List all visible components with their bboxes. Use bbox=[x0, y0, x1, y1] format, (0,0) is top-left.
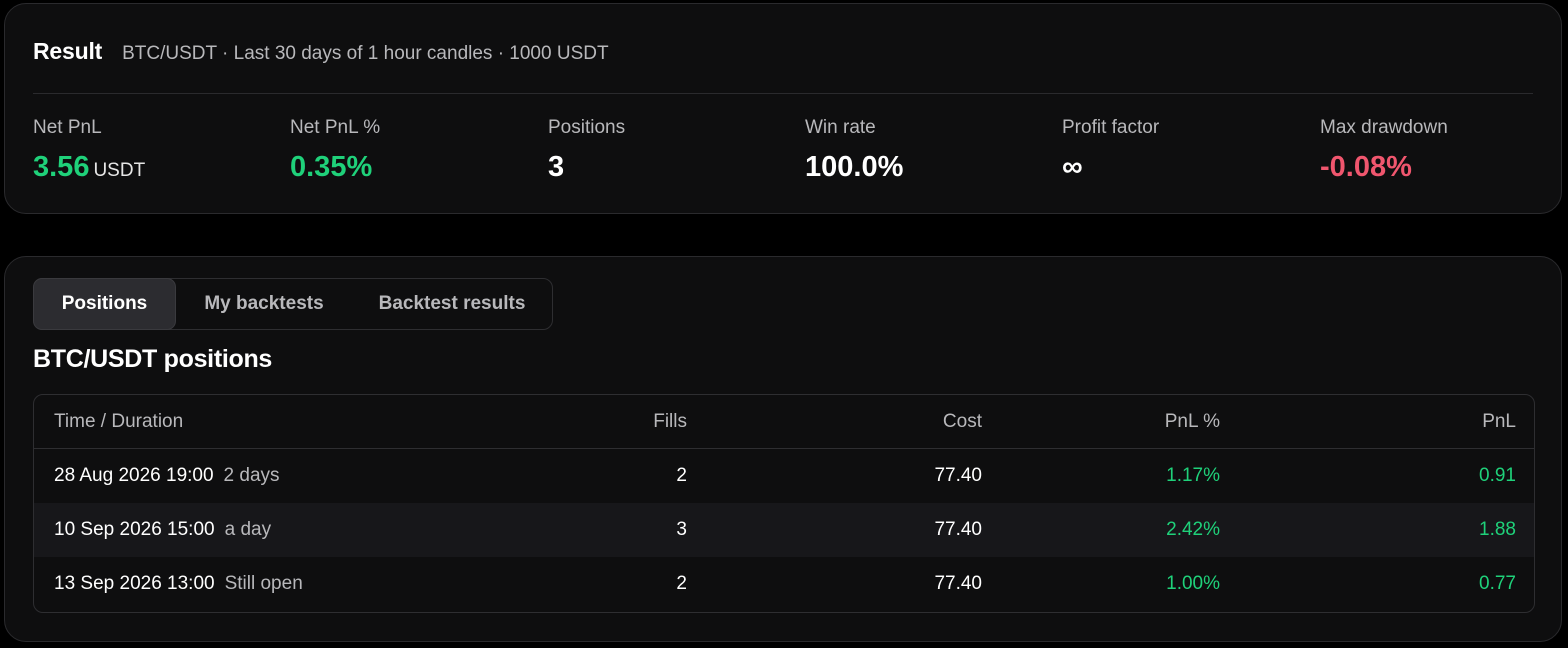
positions-card: Positions My backtests Backtest results … bbox=[4, 256, 1562, 642]
net-pnl-amount: 3.56 bbox=[33, 151, 90, 183]
positions-title: BTC/USDT positions bbox=[33, 345, 273, 373]
result-header: Result BTC/USDT · Last 30 days of 1 hour… bbox=[33, 38, 609, 65]
cell-fills: 2 bbox=[676, 465, 687, 486]
stat-label-positions: Positions bbox=[548, 117, 626, 138]
tab-my-backtests[interactable]: My backtests bbox=[176, 279, 352, 329]
result-title: Result bbox=[33, 38, 103, 64]
column-header-pnl-pct[interactable]: PnL % bbox=[1002, 395, 1240, 449]
tab-positions[interactable]: Positions bbox=[33, 278, 176, 330]
cell-cost: 77.40 bbox=[707, 503, 1002, 557]
table-row[interactable]: 13 Sep 2026 13:00 Still open 2 77.40 1.00… bbox=[34, 557, 1534, 611]
table-row[interactable]: 10 Sep 2026 15:00 a day 3 77.40 2.42% 1.8… bbox=[34, 503, 1534, 557]
position-duration: a day bbox=[224, 519, 272, 540]
position-duration: 2 days bbox=[223, 465, 280, 486]
stat-value-profit-factor: ∞ bbox=[1062, 151, 1083, 183]
cell-pnl-pct: 1.00% bbox=[1166, 573, 1220, 594]
tab-backtest-results[interactable]: Backtest results bbox=[352, 279, 552, 329]
column-header-time[interactable]: Time / Duration bbox=[34, 395, 454, 449]
table-row[interactable]: 28 Aug 2026 19:00 2 days 2 77.40 1.17% 0.… bbox=[34, 449, 1534, 504]
stat-max-drawdown: Max drawdown -0.08% bbox=[1320, 116, 1448, 184]
position-duration: Still open bbox=[224, 573, 303, 594]
stat-label-profit-factor: Profit factor bbox=[1062, 117, 1160, 138]
table-header-row: Time / Duration Fills Cost PnL % PnL bbox=[34, 395, 1534, 449]
position-time: 28 Aug 2026 19:00 bbox=[54, 465, 214, 486]
stat-value-net-pnl-pct: 0.35% bbox=[290, 151, 373, 183]
cell-cost: 77.40 bbox=[934, 465, 982, 486]
cell-pnl-pct: 1.17% bbox=[1166, 465, 1220, 486]
stat-win-rate: Win rate 100.0% bbox=[805, 116, 903, 184]
result-card: Result BTC/USDT · Last 30 days of 1 hour… bbox=[4, 3, 1562, 214]
stat-value-net-pnl: 3.56 USDT bbox=[33, 150, 145, 188]
stat-label-max-drawdown: Max drawdown bbox=[1320, 117, 1448, 138]
stat-label-win-rate: Win rate bbox=[805, 117, 876, 138]
stat-net-pnl: Net PnL 3.56 USDT bbox=[33, 116, 145, 188]
stat-label-net-pnl-pct: Net PnL % bbox=[290, 117, 381, 138]
cell-pnl: 1.88 bbox=[1240, 503, 1534, 557]
cell-pnl: 0.91 bbox=[1479, 465, 1516, 486]
column-header-cost[interactable]: Cost bbox=[707, 395, 1002, 449]
cell-cost: 77.40 bbox=[934, 573, 982, 594]
result-divider bbox=[33, 93, 1533, 94]
stat-value-positions: 3 bbox=[548, 151, 565, 183]
column-header-fills[interactable]: Fills bbox=[454, 395, 707, 449]
stat-net-pnl-pct: Net PnL % 0.35% bbox=[290, 116, 380, 184]
cell-time: 10 Sep 2026 15:00 a day bbox=[34, 503, 454, 557]
cell-fills: 3 bbox=[454, 503, 707, 557]
stat-label-net-pnl: Net PnL bbox=[33, 117, 102, 138]
position-time: 13 Sep 2026 13:00 bbox=[54, 573, 215, 594]
stat-value-win-rate: 100.0% bbox=[805, 151, 904, 183]
cell-pnl: 0.77 bbox=[1479, 573, 1516, 594]
cell-time: 28 Aug 2026 19:00 2 days bbox=[34, 449, 454, 504]
tab-bar: Positions My backtests Backtest results bbox=[33, 278, 553, 330]
stat-profit-factor: Profit factor ∞ bbox=[1062, 116, 1159, 184]
stats-row: Net PnL 3.56 USDT Net PnL % 0.35% Positio… bbox=[33, 116, 1533, 196]
stat-positions: Positions 3 bbox=[548, 116, 625, 184]
cell-fills: 2 bbox=[676, 573, 687, 594]
result-subtitle: BTC/USDT · Last 30 days of 1 hour candle… bbox=[122, 43, 609, 64]
net-pnl-unit: USDT bbox=[93, 160, 146, 181]
positions-table: Time / Duration Fills Cost PnL % PnL 28 … bbox=[33, 394, 1535, 613]
stat-value-max-drawdown: -0.08% bbox=[1320, 151, 1412, 183]
position-time: 10 Sep 2026 15:00 bbox=[54, 519, 215, 540]
cell-time: 13 Sep 2026 13:00 Still open bbox=[34, 557, 454, 611]
column-header-pnl[interactable]: PnL bbox=[1240, 395, 1534, 449]
cell-pnl-pct: 2.42% bbox=[1002, 503, 1240, 557]
